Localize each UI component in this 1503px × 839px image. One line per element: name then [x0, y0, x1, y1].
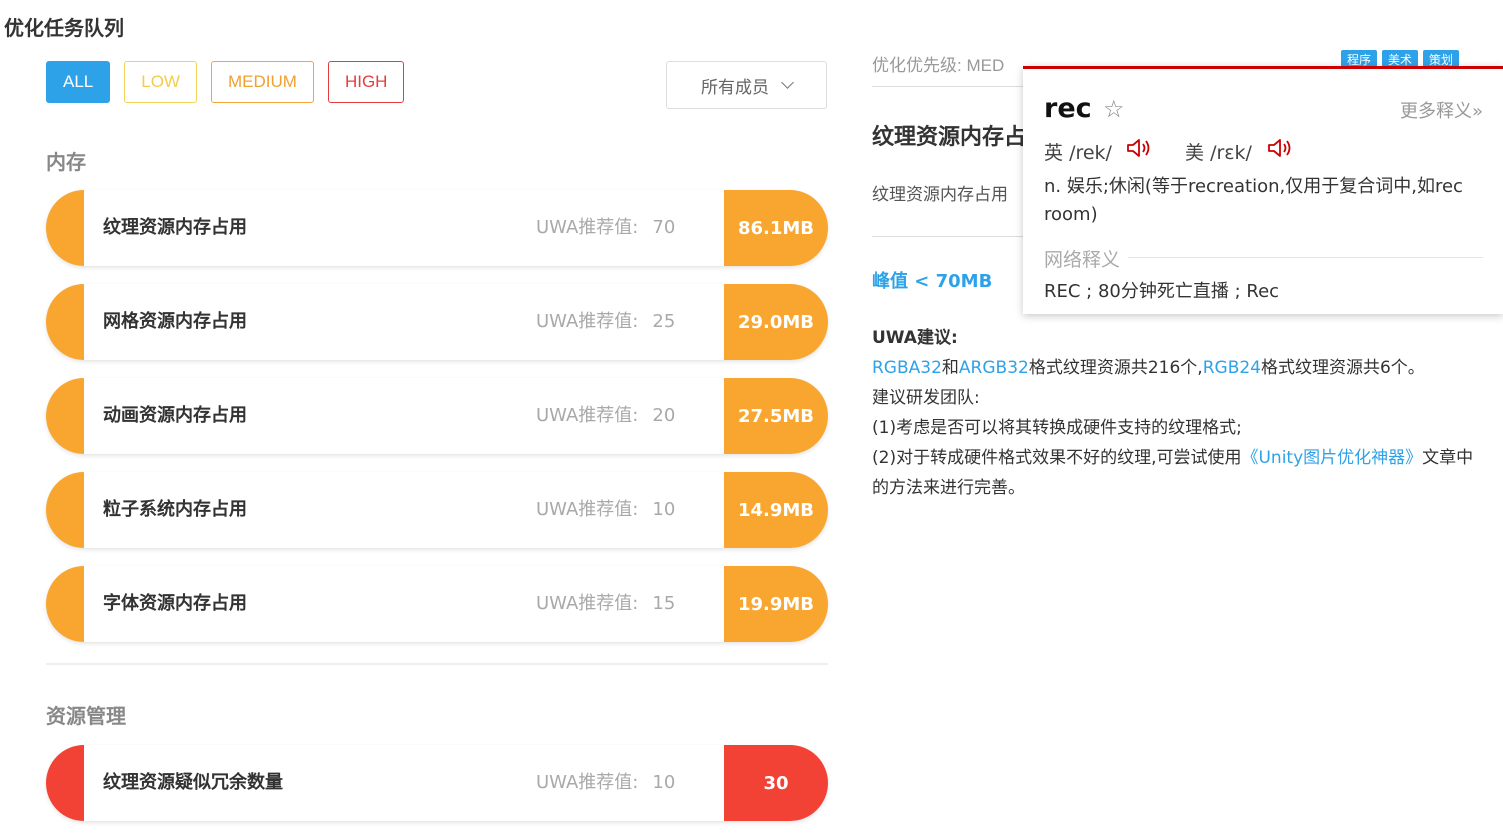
advice-paragraph: RGBA32和ARGB32格式纹理资源共216个,RGB24格式纹理资源共6个。	[872, 358, 1425, 378]
advice-item-2: (2)对于转成硬件格式效果不好的纹理,可尝试使用《Unity图片优化神器》文章中…	[872, 448, 1474, 498]
priority-bar	[46, 566, 84, 642]
filter-medium-button[interactable]: MEDIUM	[210, 61, 314, 103]
recommended-value: UWA推荐值: 10	[536, 772, 676, 793]
recommended-value: UWA推荐值: 20	[536, 405, 676, 426]
task-name: 纹理资源疑似冗余数量	[103, 772, 283, 793]
web-definition-title: 网络释义	[1044, 249, 1121, 271]
current-value-badge: 29.0MB	[724, 284, 828, 360]
member-select[interactable]: 所有成员	[666, 61, 827, 109]
filter-all-button[interactable]: ALL	[46, 61, 111, 103]
dictionary-popup: rec ☆ 更多释义» 英 /rek/ 美 /rɛk/ n. 娱乐;休闲(等于r…	[1023, 66, 1503, 314]
recommended-value: UWA推荐值: 15	[536, 593, 676, 614]
detail-divider	[872, 236, 1028, 237]
dict-word: rec	[1044, 93, 1092, 124]
priority-level: 优化优先级: MED	[872, 56, 1005, 75]
memory-task-list: 纹理资源内存占用 UWA推荐值: 70 86.1MB 网格资源内存占用 UWA推荐…	[46, 190, 828, 660]
web-definition: REC ; 80分钟死亡直播 ; Rec	[1044, 281, 1280, 302]
task-card[interactable]: 纹理资源疑似冗余数量 UWA推荐值: 10 30	[46, 745, 828, 821]
section-title-memory: 内存	[46, 150, 86, 174]
priority-divider	[872, 86, 1028, 87]
speaker-icon[interactable]	[1126, 137, 1154, 159]
resource-task-list: 纹理资源疑似冗余数量 UWA推荐值: 10 30	[46, 745, 828, 839]
current-value-badge: 30	[724, 745, 828, 821]
task-card[interactable]: 网格资源内存占用 UWA推荐值: 25 29.0MB	[46, 284, 828, 360]
current-value-badge: 86.1MB	[724, 190, 828, 266]
priority-bar	[46, 472, 84, 548]
advice-label: UWA建议:	[872, 328, 958, 348]
current-value-badge: 19.9MB	[724, 566, 828, 642]
filter-low-button[interactable]: LOW	[124, 61, 197, 103]
task-name: 字体资源内存占用	[103, 593, 247, 614]
advice-intro: 建议研发团队:	[872, 388, 980, 408]
detail-description: 纹理资源内存占用	[872, 185, 1008, 205]
current-value-badge: 14.9MB	[724, 472, 828, 548]
task-card[interactable]: 字体资源内存占用 UWA推荐值: 15 19.9MB	[46, 566, 828, 642]
us-phonetic: 美 /rɛk/	[1185, 142, 1252, 164]
more-definitions-link[interactable]: 更多释义»	[1400, 97, 1483, 123]
argb32-link[interactable]: ARGB32	[959, 358, 1029, 378]
task-name: 纹理资源内存占用	[103, 217, 247, 238]
unity-article-link[interactable]: 《Unity图片优化神器》	[1241, 448, 1422, 468]
speaker-icon[interactable]	[1267, 137, 1295, 159]
detail-title: 纹理资源内存占	[872, 125, 1027, 150]
recommended-value: UWA推荐值: 10	[536, 499, 676, 520]
section-title-resource-management: 资源管理	[46, 704, 126, 728]
filter-high-button[interactable]: HIGH	[327, 61, 405, 103]
priority-bar	[46, 190, 84, 266]
task-name: 网格资源内存占用	[103, 311, 247, 332]
section-divider	[46, 663, 828, 665]
task-card[interactable]: 纹理资源内存占用 UWA推荐值: 70 86.1MB	[46, 190, 828, 266]
task-name: 动画资源内存占用	[103, 405, 247, 426]
priority-filter-group: ALL LOW MEDIUM HIGH	[46, 61, 405, 103]
member-select-label: 所有成员	[701, 77, 769, 98]
task-name: 粒子系统内存占用	[103, 499, 247, 520]
page-title: 优化任务队列	[4, 16, 124, 40]
chevron-down-icon	[781, 76, 794, 89]
web-definition-divider	[1128, 257, 1483, 258]
uwa-advice: UWA建议: RGBA32和ARGB32格式纹理资源共216个,RGB24格式纹…	[872, 323, 1482, 503]
star-icon[interactable]: ☆	[1103, 95, 1125, 123]
recommended-value: UWA推荐值: 25	[536, 311, 676, 332]
priority-bar	[46, 284, 84, 360]
rgba32-link[interactable]: RGBA32	[872, 358, 942, 378]
rgb24-link[interactable]: RGB24	[1203, 358, 1261, 378]
priority-bar	[46, 745, 84, 821]
uk-phonetic: 英 /rek/	[1044, 142, 1112, 164]
dict-meaning: n. 娱乐;休闲(等于recreation,仅用于复合词中,如rec room)	[1044, 176, 1463, 225]
task-card[interactable]: 动画资源内存占用 UWA推荐值: 20 27.5MB	[46, 378, 828, 454]
advice-item-1: (1)考虑是否可以将其转换成硬件支持的纹理格式;	[872, 418, 1242, 438]
current-value-badge: 27.5MB	[724, 378, 828, 454]
peak-value: 峰值 < 70MB	[872, 271, 993, 292]
task-card[interactable]: 粒子系统内存占用 UWA推荐值: 10 14.9MB	[46, 472, 828, 548]
recommended-value: UWA推荐值: 70	[536, 217, 676, 238]
priority-bar	[46, 378, 84, 454]
